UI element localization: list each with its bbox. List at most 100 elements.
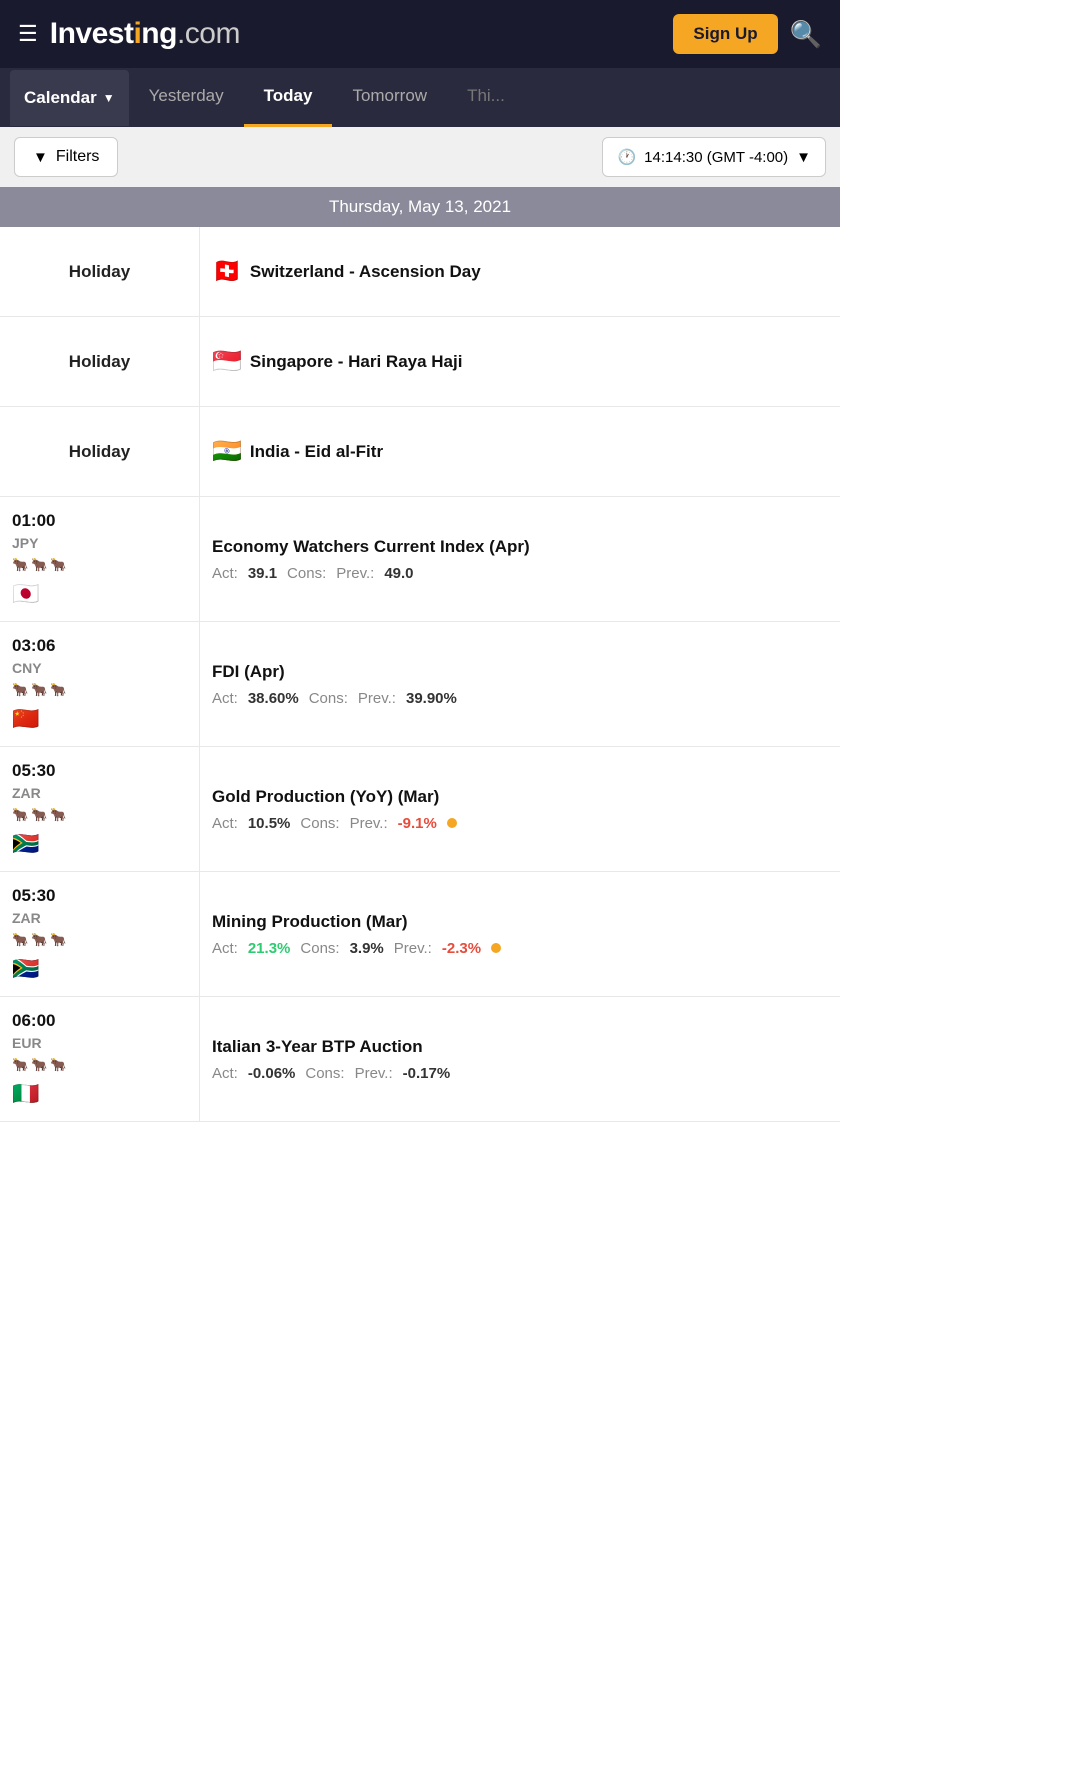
bull-icon-1: 🐂 xyxy=(12,807,28,823)
event-stats: Act: 39.1 Cons: Prev.: 49.0 xyxy=(212,565,828,582)
toolbar: ▼ Filters 🕐 14:14:30 (GMT -4:00) ▼ xyxy=(0,127,840,187)
logo-text: Investing.com xyxy=(50,17,240,51)
event-col: Economy Watchers Current Index (Apr) Act… xyxy=(200,497,840,621)
revised-dot xyxy=(447,818,457,828)
revised-dot xyxy=(491,943,501,953)
act-value: 10.5% xyxy=(248,815,291,832)
event-title: India - Eid al-Fitr xyxy=(250,442,383,462)
menu-icon[interactable]: ☰ xyxy=(18,23,38,45)
country-flag: 🇸🇬 xyxy=(212,347,242,376)
filters-button[interactable]: ▼ Filters xyxy=(14,137,118,177)
bull-icon-3: 🐂 xyxy=(50,1057,66,1073)
event-col: FDI (Apr) Act: 38.60% Cons: Prev.: 39.90… xyxy=(200,622,840,746)
time-chevron-icon: ▼ xyxy=(796,149,811,166)
country-flag: 🇨🇭 xyxy=(212,257,242,286)
holiday-label: Holiday xyxy=(69,262,130,282)
prev-value: 39.90% xyxy=(406,690,457,707)
event-time: 05:30 xyxy=(12,886,187,906)
time-selector[interactable]: 🕐 14:14:30 (GMT -4:00) ▼ xyxy=(602,137,826,177)
time-col: 01:00 JPY 🐂 🐂 🐂 🇯🇵 xyxy=(0,497,200,621)
bull-icon-1: 🐂 xyxy=(12,932,28,948)
act-label: Act: xyxy=(212,940,238,957)
event-time: 01:00 xyxy=(12,511,187,531)
calendar-dropdown[interactable]: Calendar ▼ xyxy=(10,70,129,126)
tab-today[interactable]: Today xyxy=(244,68,333,127)
bull-icon-3: 🐂 xyxy=(50,557,66,573)
act-label: Act: xyxy=(212,565,238,582)
bull-icon-1: 🐂 xyxy=(12,1057,28,1073)
event-name: Mining Production (Mar) xyxy=(212,912,828,932)
event-stats: Act: 38.60% Cons: Prev.: 39.90% xyxy=(212,690,828,707)
filter-icon: ▼ xyxy=(33,149,48,166)
event-name: Gold Production (YoY) (Mar) xyxy=(212,787,828,807)
event-col: Gold Production (YoY) (Mar) Act: 10.5% C… xyxy=(200,747,840,871)
cons-value: 3.9% xyxy=(350,940,384,957)
search-icon[interactable]: 🔍 xyxy=(790,19,822,50)
bull-icon-2: 🐂 xyxy=(31,932,47,948)
tab-thisweek[interactable]: Thi... xyxy=(447,68,525,127)
tab-yesterday[interactable]: Yesterday xyxy=(129,68,244,127)
event-stats: Act: -0.06% Cons: Prev.: -0.17% xyxy=(212,1065,828,1082)
calendar-label: Calendar xyxy=(24,88,97,108)
prev-value: -2.3% xyxy=(442,940,481,957)
bull-icon-3: 🐂 xyxy=(50,932,66,948)
country-flag: 🇿🇦 xyxy=(12,831,187,857)
bull-icon-2: 🐂 xyxy=(31,807,47,823)
holiday-event-col: 🇸🇬 Singapore - Hari Raya Haji xyxy=(200,317,840,406)
list-item: Holiday 🇨🇭 Switzerland - Ascension Day xyxy=(0,227,840,317)
tab-tomorrow[interactable]: Tomorrow xyxy=(332,68,447,127)
event-name: 🇮🇳 India - Eid al-Fitr xyxy=(212,437,828,466)
holiday-label: Holiday xyxy=(69,352,130,372)
country-flag: 🇨🇳 xyxy=(12,706,187,732)
act-value: -0.06% xyxy=(248,1065,296,1082)
list-item: 03:06 CNY 🐂 🐂 🐂 🇨🇳 FDI (Apr) Act: 38.60%… xyxy=(0,622,840,747)
holiday-event-col: 🇮🇳 India - Eid al-Fitr xyxy=(200,407,840,496)
list-item: Holiday 🇸🇬 Singapore - Hari Raya Haji xyxy=(0,317,840,407)
time-label: 14:14:30 (GMT -4:00) xyxy=(644,149,788,166)
impact-row: 🐂 🐂 🐂 xyxy=(12,807,187,823)
impact-row: 🐂 🐂 🐂 xyxy=(12,557,187,573)
list-item: 06:00 EUR 🐂 🐂 🐂 🇮🇹 Italian 3-Year BTP Au… xyxy=(0,997,840,1122)
currency: ZAR xyxy=(12,910,187,926)
prev-label: Prev.: xyxy=(358,690,396,707)
logo: Investing.com xyxy=(50,17,662,51)
event-name: FDI (Apr) xyxy=(212,662,828,682)
event-time: 05:30 xyxy=(12,761,187,781)
list-item: 05:30 ZAR 🐂 🐂 🐂 🇿🇦 Mining Production (Ma… xyxy=(0,872,840,997)
prev-value: -0.17% xyxy=(403,1065,451,1082)
prev-label: Prev.: xyxy=(336,565,374,582)
bull-icon-2: 🐂 xyxy=(31,557,47,573)
header: ☰ Investing.com Sign Up 🔍 xyxy=(0,0,840,68)
event-title: Economy Watchers Current Index (Apr) xyxy=(212,537,530,557)
bull-icon-2: 🐂 xyxy=(31,682,47,698)
chevron-down-icon: ▼ xyxy=(103,91,115,105)
currency: JPY xyxy=(12,535,187,551)
holiday-event-col: 🇨🇭 Switzerland - Ascension Day xyxy=(200,227,840,316)
country-flag: 🇿🇦 xyxy=(12,956,187,982)
currency: CNY xyxy=(12,660,187,676)
time-col: 03:06 CNY 🐂 🐂 🐂 🇨🇳 xyxy=(0,622,200,746)
signup-button[interactable]: Sign Up xyxy=(673,14,777,54)
holiday-label-col: Holiday xyxy=(0,227,200,316)
event-title: Switzerland - Ascension Day xyxy=(250,262,481,282)
currency: EUR xyxy=(12,1035,187,1051)
cons-label: Cons: xyxy=(300,940,339,957)
cons-label: Cons: xyxy=(300,815,339,832)
prev-value: 49.0 xyxy=(384,565,413,582)
impact-row: 🐂 🐂 🐂 xyxy=(12,932,187,948)
prev-value: -9.1% xyxy=(398,815,437,832)
act-value: 21.3% xyxy=(248,940,291,957)
event-name: 🇸🇬 Singapore - Hari Raya Haji xyxy=(212,347,828,376)
impact-row: 🐂 🐂 🐂 xyxy=(12,682,187,698)
event-time: 03:06 xyxy=(12,636,187,656)
time-col: 06:00 EUR 🐂 🐂 🐂 🇮🇹 xyxy=(0,997,200,1121)
act-value: 39.1 xyxy=(248,565,277,582)
filters-label: Filters xyxy=(56,148,100,166)
event-name: Economy Watchers Current Index (Apr) xyxy=(212,537,828,557)
cons-label: Cons: xyxy=(287,565,326,582)
act-value: 38.60% xyxy=(248,690,299,707)
cons-label: Cons: xyxy=(309,690,348,707)
bull-icon-1: 🐂 xyxy=(12,557,28,573)
event-col: Italian 3-Year BTP Auction Act: -0.06% C… xyxy=(200,997,840,1121)
event-title: Italian 3-Year BTP Auction xyxy=(212,1037,423,1057)
